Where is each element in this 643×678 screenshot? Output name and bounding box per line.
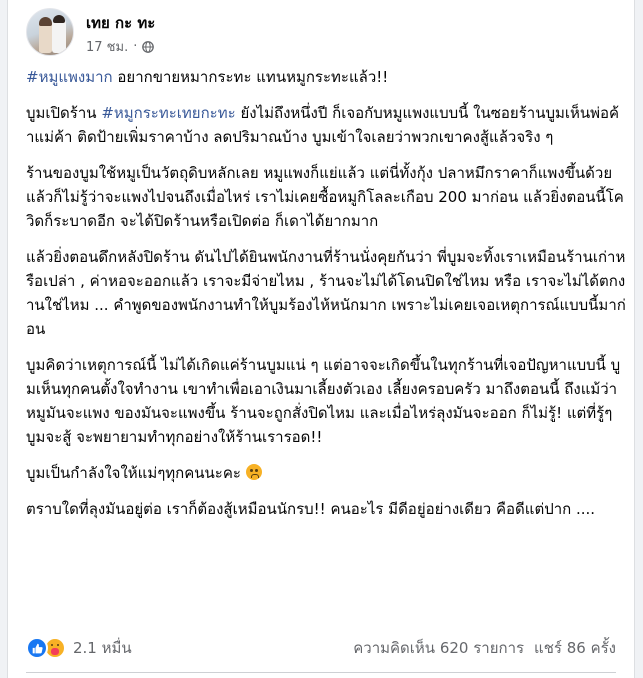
hashtag-link[interactable]: #หมูแพงมาก bbox=[26, 68, 113, 86]
reactions-summary[interactable]: 2.1 หมื่น bbox=[26, 636, 132, 660]
page-name[interactable]: เทย กะ ทะ bbox=[86, 11, 155, 35]
reaction-count[interactable]: 2.1 หมื่น bbox=[73, 636, 132, 660]
footer-divider bbox=[26, 672, 616, 673]
post-footer: 2.1 หมื่น ความคิดเห็น 620 รายการ แชร์ 86… bbox=[26, 632, 616, 664]
post-body: #หมูแพงมาก อยากขายหมากระทะ แทนหมูกระทะแล… bbox=[26, 65, 626, 533]
post-card: เทย กะ ทะ 17 ชม. · #หมูแพงมาก อยากขายหมา… bbox=[7, 0, 635, 678]
paragraph-2: บูมเปิดร้าน #หมูกระทะเทยกะทะ ยังไม่ถึงหน… bbox=[26, 101, 626, 149]
post-meta: 17 ชม. · bbox=[86, 36, 155, 57]
globe-icon bbox=[142, 40, 155, 53]
paragraph-1: #หมูแพงมาก อยากขายหมากระทะ แทนหมูกระทะแล… bbox=[26, 65, 626, 89]
paragraph-text: อยากขายหมากระทะ แทนหมูกระทะแล้ว!! bbox=[112, 68, 389, 86]
hashtag-link[interactable]: #หมูกระทะเทยกะทะ bbox=[101, 104, 235, 122]
paragraph-4: แล้วยิ่งตอนดึกหลังปิดร้าน ดันไปได้ยินพนั… bbox=[26, 248, 626, 338]
post-time[interactable]: 17 ชม. bbox=[86, 36, 128, 57]
paragraph-6: บูมเป็นกำลังใจให้แม่ๆทุกคนนะคะ bbox=[26, 461, 626, 485]
paragraph-text: บูมเป็นกำลังใจให้แม่ๆทุกคนนะคะ bbox=[26, 464, 246, 482]
post-stats: ความคิดเห็น 620 รายการ แชร์ 86 ครั้ง bbox=[353, 636, 616, 660]
shares-count[interactable]: แชร์ 86 ครั้ง bbox=[534, 636, 616, 660]
paragraph-7: ตราบใดที่ลุงมันอยู่ต่อ เราก็ต้องสู้เหมือ… bbox=[26, 500, 596, 518]
post-header: เทย กะ ทะ 17 ชม. · bbox=[26, 8, 616, 58]
paragraph-3: ร้านของบูมใช้หมูเป็นวัตถุดิบหลักเลย หมูแ… bbox=[26, 164, 624, 230]
comments-count[interactable]: ความคิดเห็น 620 รายการ bbox=[353, 636, 524, 660]
avatar[interactable] bbox=[26, 8, 74, 56]
paragraph-5: บูมคิดว่าเหตุการณ์นี้ ไม่ได้เกิดแค่ร้านบ… bbox=[26, 356, 621, 446]
meta-separator: · bbox=[133, 39, 138, 54]
pleading-face-emoji bbox=[245, 464, 262, 480]
like-icon bbox=[26, 637, 48, 659]
paragraph-text: บูมเปิดร้าน bbox=[26, 104, 102, 122]
